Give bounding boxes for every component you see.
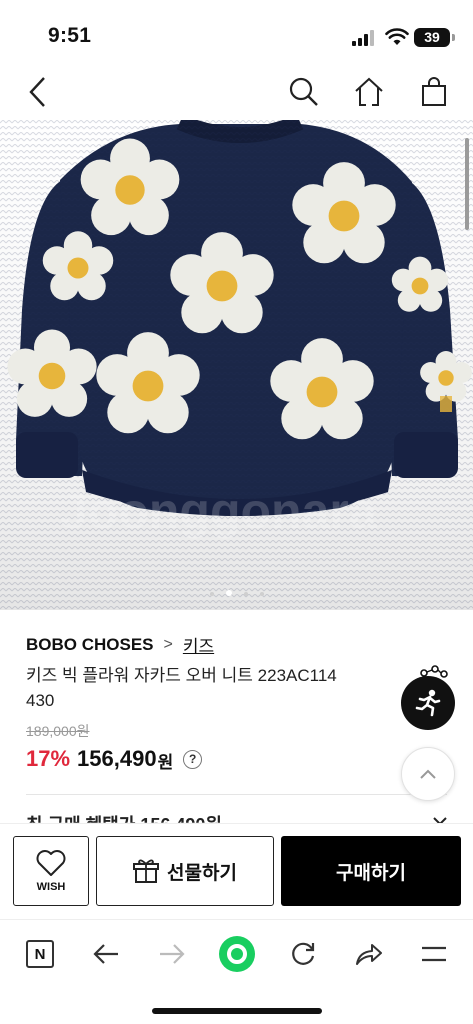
slide-dot-active[interactable] (225, 590, 232, 596)
discount-rate: 17% (26, 746, 71, 771)
watermark-text: Joonggonara (60, 483, 378, 539)
home-button[interactable] (349, 72, 389, 112)
battery-tip (452, 34, 455, 41)
heart-icon (36, 850, 66, 876)
divider (26, 794, 447, 795)
browser-forward-button[interactable] (150, 932, 194, 976)
shopping-bag-icon (422, 77, 446, 106)
cellular-signal-icon (352, 30, 374, 46)
original-price: 189,000원 (26, 723, 90, 739)
breadcrumb-separator: > (163, 635, 173, 653)
home-indicator[interactable] (152, 1008, 322, 1014)
share-icon (356, 944, 382, 965)
running-mascot-button[interactable] (401, 676, 455, 730)
slide-indicator[interactable] (0, 583, 473, 601)
slide-dot[interactable] (243, 592, 248, 596)
slide-dot[interactable] (259, 592, 264, 596)
wifi-icon (385, 28, 409, 45)
sale-price: 156,490 (77, 746, 157, 771)
chevron-up-icon (420, 769, 436, 779)
wish-label: WISH (36, 881, 66, 893)
green-dot-button[interactable] (215, 932, 259, 976)
back-button[interactable] (18, 72, 58, 112)
purchase-bar: WISH 선물하기 구매하기 (0, 823, 473, 919)
price-help-button[interactable]: ? (183, 749, 203, 769)
gift-button[interactable]: 선물하기 (96, 836, 274, 906)
search-icon (289, 77, 318, 106)
menu-icon (422, 946, 446, 962)
menu-button[interactable] (412, 932, 456, 976)
buy-button[interactable]: 구매하기 (281, 836, 461, 906)
brand-breadcrumb: BOBO CHOSES > 키즈 (26, 632, 214, 657)
green-dot-icon (219, 936, 255, 972)
slide-dot[interactable] (209, 592, 214, 596)
price-row: 17% 156,490 원 ? (26, 745, 203, 773)
category-link[interactable]: 키즈 (183, 632, 214, 657)
chevron-left-icon (29, 77, 45, 107)
refresh-button[interactable] (281, 932, 325, 976)
browser-back-button[interactable] (84, 932, 128, 976)
naver-home-button[interactable]: N (18, 932, 62, 976)
gift-label: 선물하기 (167, 862, 237, 884)
status-bar: 9:51 39 (0, 0, 473, 64)
search-button[interactable] (284, 72, 324, 112)
brand-link[interactable]: BOBO CHOSES (26, 635, 154, 655)
running-person-icon (415, 689, 441, 717)
home-icon (355, 77, 383, 106)
naver-n-icon: N (26, 940, 54, 968)
product-image[interactable]: Joonggonara (0, 120, 473, 610)
gift-icon (133, 859, 160, 883)
product-name: 키즈 빅 플라워 자카드 오버 니트 223AC114 430 (26, 666, 337, 710)
forward-arrow-icon (160, 944, 185, 964)
top-navigation (0, 64, 473, 120)
refresh-icon (292, 942, 315, 965)
battery-indicator: 39 (414, 28, 450, 47)
sweater-image: Joonggonara (0, 120, 473, 610)
status-time: 9:51 (48, 24, 92, 47)
buy-label: 구매하기 (336, 862, 406, 884)
back-arrow-icon (93, 944, 118, 964)
share-button[interactable] (347, 932, 391, 976)
wish-button[interactable]: WISH (13, 836, 89, 906)
cart-button[interactable] (414, 72, 454, 112)
page-scrollbar[interactable] (465, 138, 469, 230)
scroll-top-button[interactable] (401, 747, 455, 801)
currency-unit: 원 (157, 753, 174, 772)
